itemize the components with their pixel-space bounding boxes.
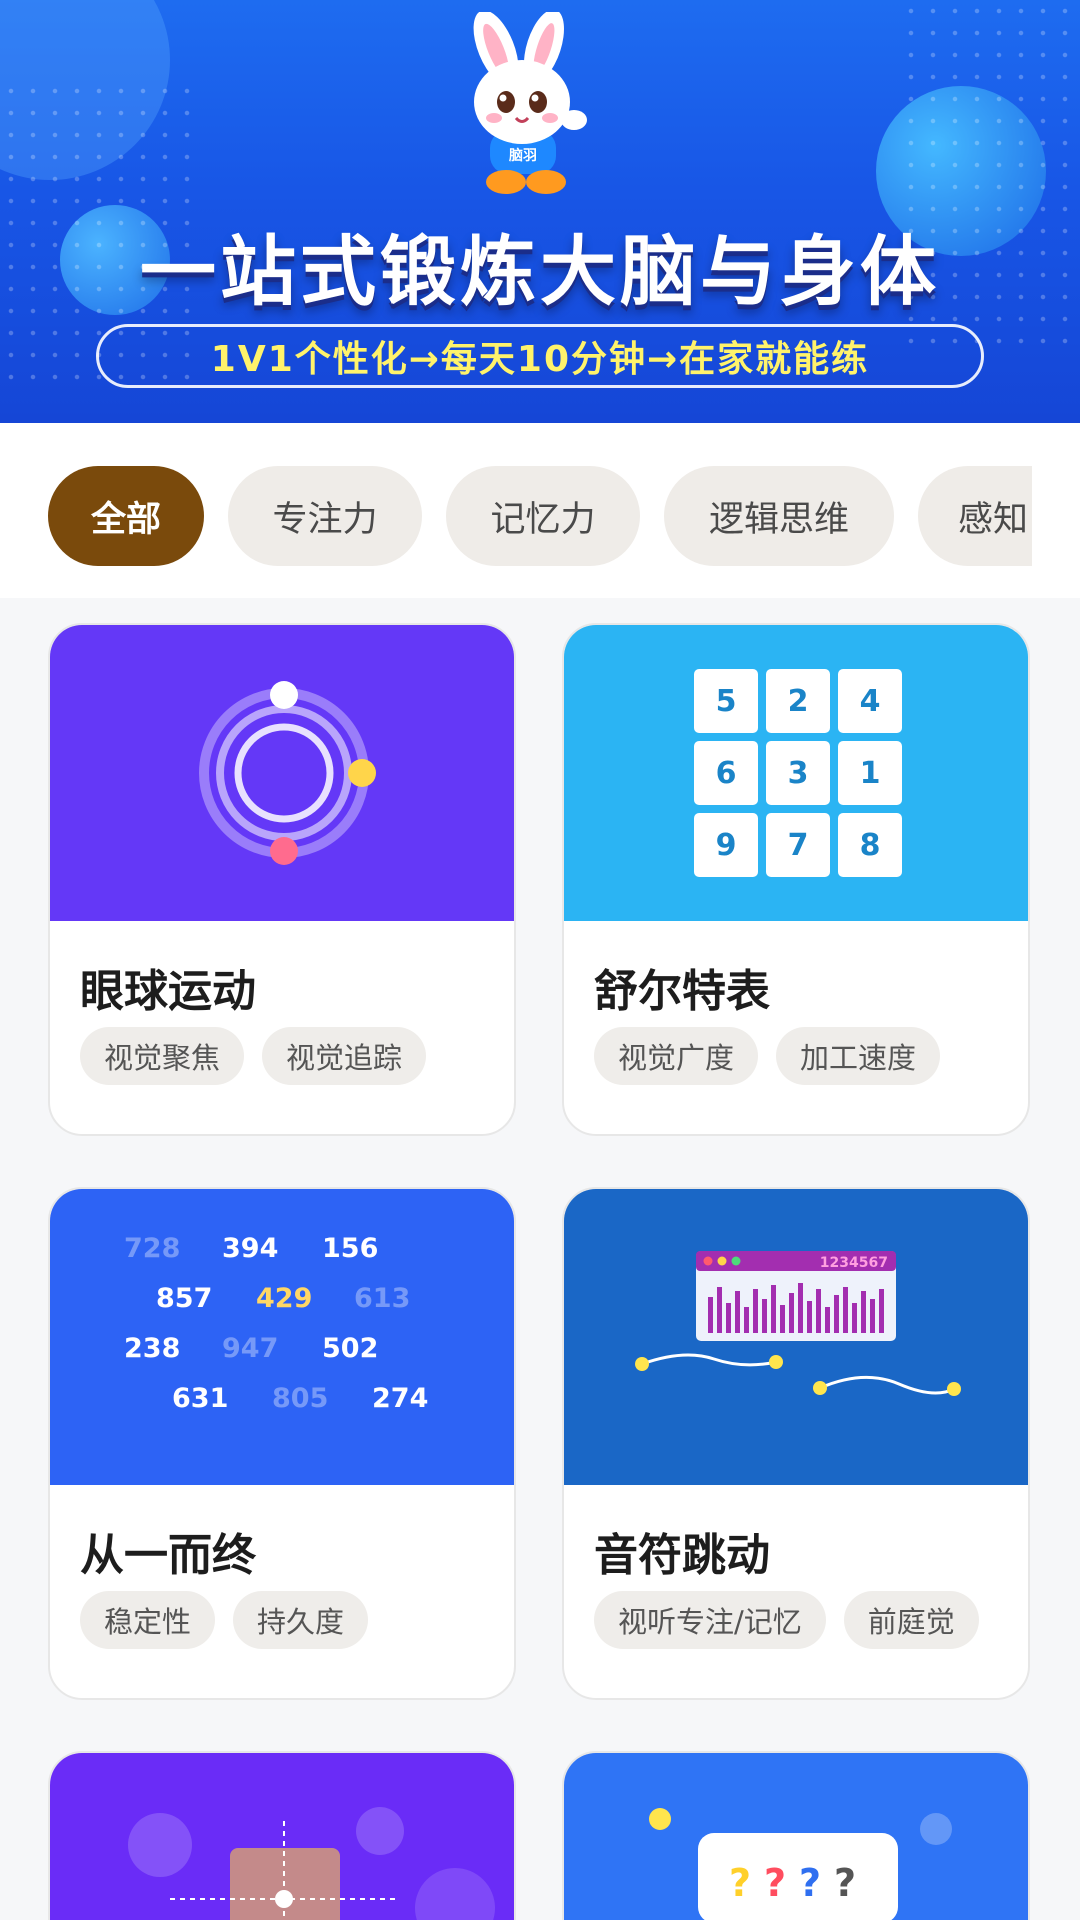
scatter-number: 156 (322, 1233, 379, 1264)
tab-label: 专注力 (272, 499, 378, 540)
promo-banner[interactable]: 脑羽 一站式锻炼大脑与身体 1V1个性化→每天10分钟→在家就能练 (0, 0, 1080, 423)
game-card-note-jump[interactable]: 1234567 音符跳动 视听专注/记忆 前庭觉 (562, 1187, 1030, 1700)
question-mark: ? (799, 1861, 821, 1905)
mascot-shirt-text: 脑羽 (509, 147, 537, 164)
grid-number: 5 (694, 669, 758, 733)
card-title: 眼球运动 (80, 966, 256, 1017)
grid-number: 7 (766, 813, 830, 877)
tab-memory[interactable]: 记忆力 (446, 466, 640, 566)
card-tag: 视觉广度 (594, 1027, 759, 1085)
banner-headline: 一站式锻炼大脑与身体 (140, 227, 940, 316)
card-title: 音符跳动 (594, 1530, 770, 1581)
grid-number: 8 (838, 813, 902, 877)
scatter-number: 805 (272, 1383, 329, 1414)
grid-number: 1 (838, 741, 902, 805)
grid-number: 6 (694, 741, 758, 805)
grid-number: 2 (766, 669, 830, 733)
card-tags: 稳定性 持久度 (80, 1591, 369, 1649)
tab-label: 全部 (90, 499, 161, 540)
question-bubble-icon: ? ? ? ? (649, 1808, 952, 1920)
game-card-5[interactable] (48, 1751, 516, 1920)
tab-label: 记忆力 (490, 499, 596, 540)
crosshair-block-icon (128, 1807, 495, 1920)
card-tag: 视听专注/记忆 (594, 1591, 826, 1649)
grid-number: 9 (694, 813, 758, 877)
card-thumbnail: 5 2 4 6 3 1 9 7 8 (564, 625, 1028, 921)
card-thumbnail: 728 394 156 857 429 613 238 947 502 631 … (50, 1189, 514, 1485)
rabbit-mascot-icon: 脑羽 (473, 12, 587, 194)
question-mark: ? (764, 1861, 786, 1905)
music-bars-icon: 1234567 (635, 1251, 961, 1396)
card-tags: 视觉广度 加工速度 (594, 1027, 941, 1085)
tab-attention[interactable]: 专注力 (228, 466, 422, 566)
tab-logic[interactable]: 逻辑思维 (664, 466, 894, 566)
scatter-number: 394 (222, 1233, 279, 1264)
card-tags: 视觉聚焦 视觉追踪 (80, 1027, 427, 1085)
card-tag: 视觉聚焦 (80, 1027, 245, 1085)
tab-all[interactable]: 全部 (48, 466, 204, 566)
category-tabs: 全部 专注力 记忆力 逻辑思维 感知 (48, 466, 1032, 570)
card-thumbnail: ? ? ? ? (564, 1753, 1028, 1920)
banner-slogan: 1V1个性化→每天10分钟→在家就能练 (96, 324, 984, 388)
card-tag: 加工速度 (776, 1027, 941, 1085)
scatter-number: 429 (256, 1283, 313, 1314)
window-number-text: 1234567 (820, 1255, 888, 1271)
grid-number: 4 (838, 669, 902, 733)
game-card-from-start-to-end[interactable]: 728 394 156 857 429 613 238 947 502 631 … (48, 1187, 516, 1700)
card-tags: 视听专注/记忆 前庭觉 (594, 1591, 979, 1649)
orbit-icon (199, 681, 376, 865)
card-tag: 视觉追踪 (262, 1027, 427, 1085)
tab-label: 逻辑思维 (708, 499, 849, 540)
card-tag: 稳定性 (80, 1591, 216, 1649)
grid-number: 3 (766, 741, 830, 805)
scatter-number: 728 (124, 1233, 181, 1264)
number-grid: 5 2 4 6 3 1 9 7 8 (694, 669, 902, 877)
card-title: 舒尔特表 (594, 966, 770, 1017)
category-filter-bar: 全部 专注力 记忆力 逻辑思维 感知 (0, 423, 1080, 598)
scatter-number: 857 (156, 1283, 213, 1314)
card-thumbnail (50, 1753, 514, 1920)
game-card-eye-movement[interactable]: 眼球运动 视觉聚焦 视觉追踪 (48, 623, 516, 1136)
scatter-number: 631 (172, 1383, 229, 1414)
card-title: 从一而终 (80, 1530, 256, 1581)
game-card-schulte-table[interactable]: 5 2 4 6 3 1 9 7 8 舒尔特表 视觉广度 加工速度 (562, 623, 1030, 1136)
scatter-number: 238 (124, 1333, 181, 1364)
card-tag: 持久度 (233, 1591, 369, 1649)
tab-label: 感知 (958, 499, 1029, 540)
question-mark: ? (834, 1861, 856, 1905)
scatter-number: 947 (222, 1333, 279, 1364)
card-tag: 前庭觉 (843, 1591, 979, 1649)
scatter-number: 274 (372, 1383, 429, 1414)
tab-perception[interactable]: 感知 (918, 466, 1032, 566)
card-thumbnail: 1234567 (564, 1189, 1028, 1485)
scatter-number: 613 (354, 1283, 411, 1314)
card-thumbnail (50, 625, 514, 921)
game-card-6[interactable]: ? ? ? ? (562, 1751, 1030, 1920)
question-mark: ? (729, 1861, 751, 1905)
scatter-number: 502 (322, 1333, 379, 1364)
